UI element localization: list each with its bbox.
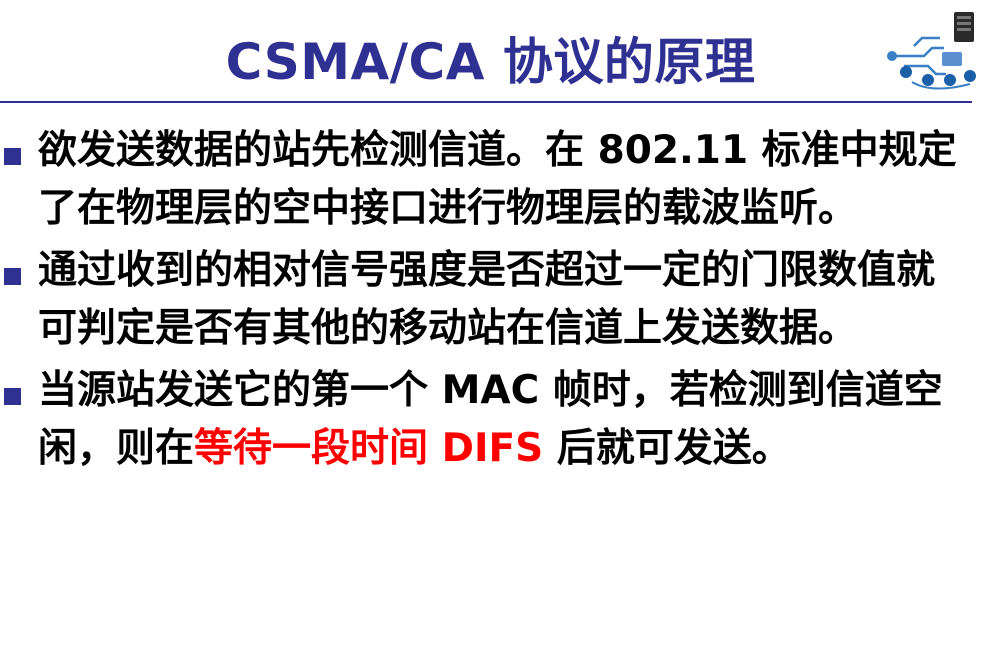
bullet-item: 通过收到的相对信号强度是否超过一定的门限数值就可判定是否有其他的移动站在信道上发… [0,242,981,358]
square-bullet-icon [4,268,21,285]
square-bullet-icon [4,148,21,165]
bullet-text: 欲发送数据的站先检测信道。在 802.11 标准中规定了在物理层的空中接口进行物… [38,128,957,231]
title-divider [0,101,972,103]
bullet-item: 欲发送数据的站先检测信道。在 802.11 标准中规定了在物理层的空中接口进行物… [0,122,981,238]
bullet-text: 通过收到的相对信号强度是否超过一定的门限数值就可判定是否有其他的移动站在信道上发… [38,248,936,351]
square-bullet-icon [4,388,21,405]
slide-title: CSMA/CA 协议的原理 [225,33,756,91]
bullet-text-after: 后就可发送。 [543,426,791,471]
bullet-list: 欲发送数据的站先检测信道。在 802.11 标准中规定了在物理层的空中接口进行物… [0,122,981,482]
difs-highlight: 等待一段时间 DIFS [194,426,544,471]
bullet-text: 当源站发送它的第一个 MAC 帧时，若检测到信道空闲，则在等待一段时间 DIFS… [38,362,968,478]
network-diagram-icon [887,12,976,90]
bullet-item: 当源站发送它的第一个 MAC 帧时，若检测到信道空闲，则在等待一段时间 DIFS… [0,362,981,478]
